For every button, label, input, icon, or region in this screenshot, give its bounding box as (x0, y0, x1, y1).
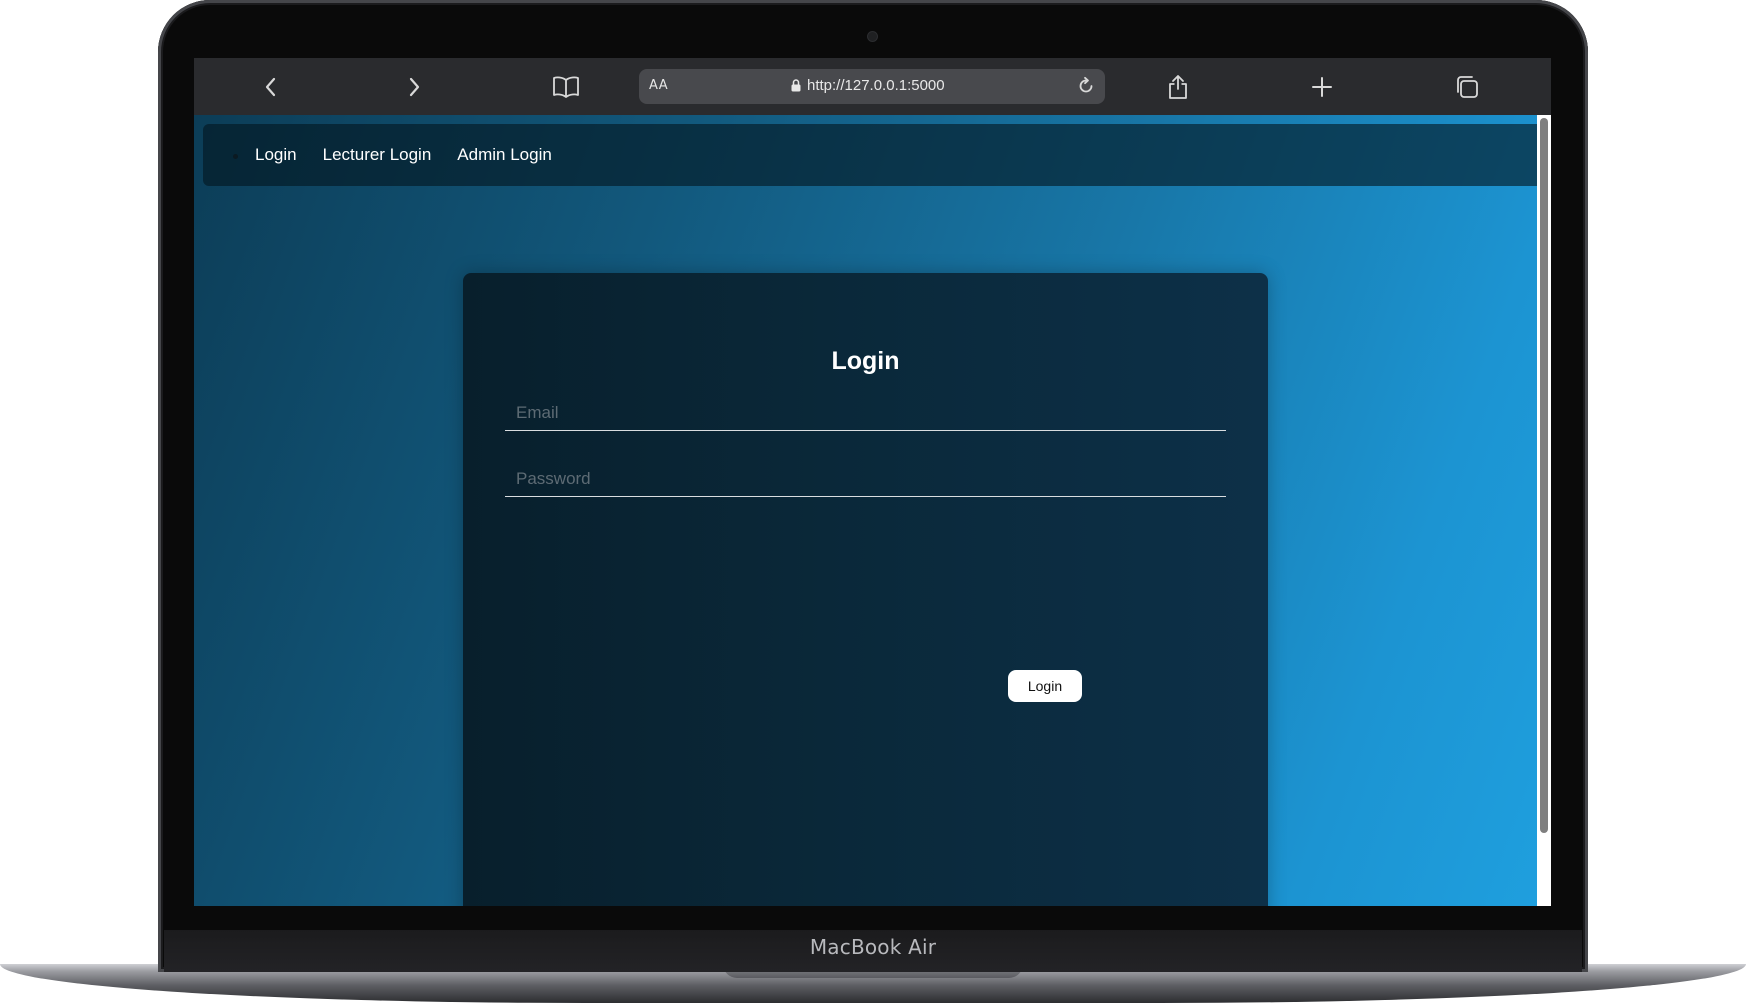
share-button[interactable] (1161, 70, 1195, 104)
bookmarks-button[interactable] (549, 70, 583, 104)
login-button[interactable]: Login (1008, 670, 1082, 702)
camera-icon (868, 32, 877, 41)
reload-button[interactable] (1073, 73, 1099, 99)
chevron-right-icon (409, 77, 420, 97)
web-page: Login Lecturer Login Admin Login Login L… (194, 115, 1537, 906)
chevron-left-icon (265, 77, 276, 97)
laptop-mockup: MacBook Air AA http://127.0.0.1:5000 Log… (0, 0, 1746, 1003)
email-field[interactable] (505, 395, 1226, 431)
book-icon (553, 76, 579, 98)
share-icon (1169, 75, 1187, 99)
nav-bullet-icon (233, 154, 238, 159)
login-title: Login (831, 347, 900, 375)
browser-toolbar: AA http://127.0.0.1:5000 (194, 58, 1551, 115)
site-navbar: Login Lecturer Login Admin Login (203, 124, 1537, 186)
nav-link-login[interactable]: Login (255, 145, 297, 165)
back-button[interactable] (254, 70, 288, 104)
url-display: http://127.0.0.1:5000 (791, 77, 945, 94)
nav-link-admin-login[interactable]: Admin Login (457, 145, 552, 165)
tabs-overview-button[interactable] (1450, 70, 1484, 104)
reload-icon (1079, 76, 1093, 93)
password-field[interactable] (505, 461, 1226, 497)
forward-button[interactable] (397, 70, 431, 104)
nav-link-lecturer-login[interactable]: Lecturer Login (323, 145, 432, 165)
plus-icon (1312, 77, 1332, 97)
address-bar[interactable]: AA http://127.0.0.1:5000 (639, 69, 1105, 104)
tabs-icon (1457, 76, 1478, 98)
new-tab-button[interactable] (1305, 70, 1339, 104)
login-card: Login Login (463, 273, 1268, 906)
url-text: http://127.0.0.1:5000 (807, 77, 945, 94)
scrollbar-thumb[interactable] (1540, 118, 1548, 833)
nav-links: Login Lecturer Login Admin Login (255, 145, 552, 165)
reader-mode-button[interactable]: AA (649, 78, 668, 93)
browser-window: AA http://127.0.0.1:5000 Login Lecturer … (194, 58, 1551, 906)
lock-icon (791, 79, 801, 92)
device-brand-label: MacBook Air (809, 935, 937, 959)
